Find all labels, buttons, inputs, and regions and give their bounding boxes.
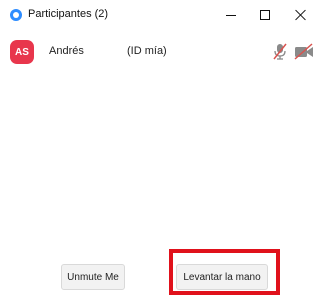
avatar: AS <box>10 40 34 64</box>
maximize-icon <box>260 10 270 20</box>
video-off-icon[interactable] <box>293 43 315 60</box>
close-icon <box>295 9 307 21</box>
title-bar: Participantes (2) <box>0 0 320 30</box>
maximize-button[interactable] <box>248 2 282 28</box>
participant-row[interactable]: AS Andrés (ID mía) <box>0 38 320 64</box>
participant-name: Andrés <box>49 45 84 57</box>
minimize-button[interactable] <box>214 2 248 28</box>
highlight-box <box>169 249 280 295</box>
mic-muted-icon[interactable] <box>273 43 287 60</box>
participant-self-tag: (ID mía) <box>127 45 167 57</box>
minimize-icon <box>226 14 236 16</box>
close-button[interactable] <box>284 2 318 28</box>
window-title: Participantes (2) <box>28 8 109 20</box>
zoom-app-icon <box>10 9 22 21</box>
unmute-me-button[interactable]: Unmute Me <box>61 264 125 290</box>
